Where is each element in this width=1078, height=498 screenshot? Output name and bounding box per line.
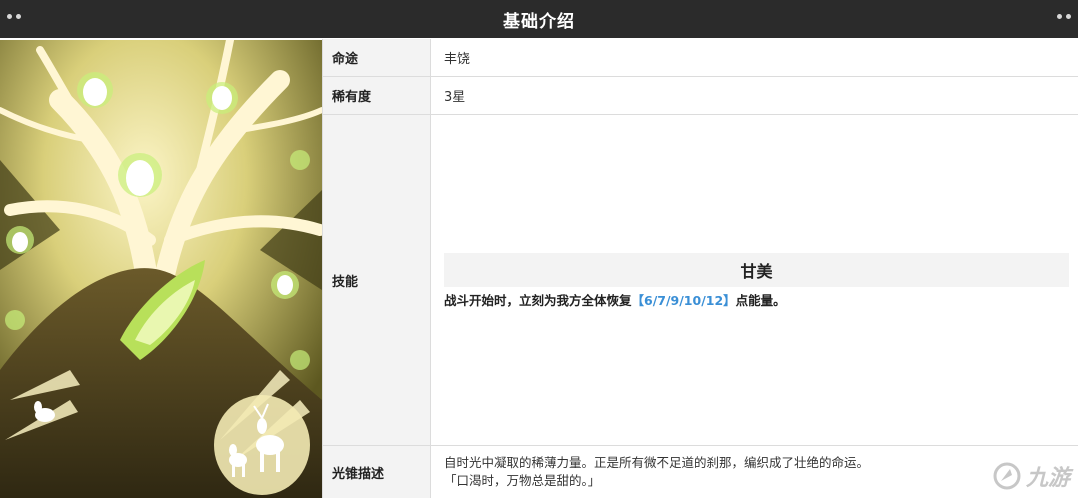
menu-dots-right-icon[interactable] <box>1057 14 1071 19</box>
watermark: 九游 <box>992 460 1070 492</box>
path-label: 命途 <box>323 39 431 76</box>
row-skill: 技能 甘美 战斗开始时，立刻为我方全体恢复【6/7/9/10/12】点能量。 <box>323 115 1078 446</box>
row-description: 光锥描述 自时光中凝取的稀薄力量。正是所有微不足道的刹那，编织成了壮绝的命运。 … <box>323 446 1078 498</box>
page-header: 基础介绍 <box>0 0 1078 38</box>
jiuyou-logo-icon <box>993 462 1021 490</box>
skill-name: 甘美 <box>444 253 1069 287</box>
description-line-2: 「口渴时，万物总是甜的。」 <box>444 473 601 488</box>
row-path: 命途 丰饶 <box>323 39 1078 77</box>
skill-description: 战斗开始时，立刻为我方全体恢复【6/7/9/10/12】点能量。 <box>444 290 1069 309</box>
description-label: 光锥描述 <box>323 446 431 498</box>
light-cone-artwork <box>0 40 322 498</box>
description-line-1: 自时光中凝取的稀薄力量。正是所有微不足道的刹那，编织成了壮绝的命运。 <box>444 455 870 470</box>
description-text: 自时光中凝取的稀薄力量。正是所有微不足道的刹那，编织成了壮绝的命运。 「口渴时，… <box>444 454 1069 490</box>
rarity-label: 稀有度 <box>323 77 431 114</box>
skill-label: 技能 <box>323 115 431 445</box>
path-value: 丰饶 <box>444 52 471 67</box>
skill-block: 甘美 战斗开始时，立刻为我方全体恢复【6/7/9/10/12】点能量。 <box>444 253 1069 309</box>
skill-desc-prefix: 战斗开始时，立刻为我方全体恢复 <box>444 293 632 308</box>
info-table: 命途 丰饶 稀有度 3星 技能 甘美 战斗开始时，立刻为我方全体恢复【6/7/9… <box>322 39 1078 498</box>
watermark-text: 九游 <box>1025 466 1070 491</box>
menu-dots-left-icon[interactable] <box>7 14 21 19</box>
rarity-value: 3星 <box>444 90 466 105</box>
page-title: 基础介绍 <box>503 11 575 32</box>
skill-desc-highlight: 【6/7/9/10/12】 <box>631 293 736 308</box>
row-rarity: 稀有度 3星 <box>323 77 1078 115</box>
skill-desc-suffix: 点能量。 <box>735 293 786 308</box>
